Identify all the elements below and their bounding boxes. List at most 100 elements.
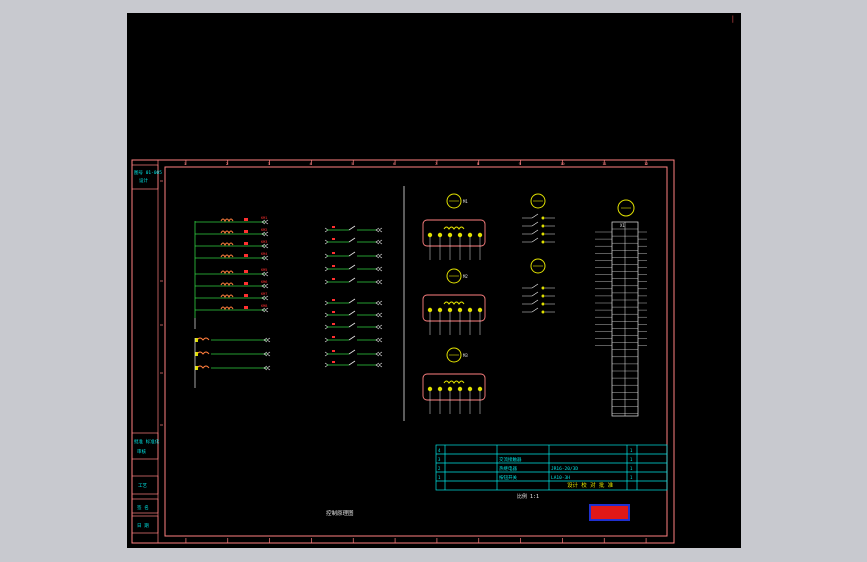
- relay-contact: [531, 307, 539, 313]
- coil-symbol: [220, 294, 234, 299]
- motor-terminal: [447, 232, 453, 238]
- motor-terminal: [477, 386, 483, 392]
- ruler-labels: 1 2 3 4 5 6 7 8 9 10 11 12: [184, 162, 648, 166]
- coil-marker: [244, 306, 248, 309]
- ruler-number: 3: [268, 162, 270, 166]
- motor-terminal: [427, 307, 433, 313]
- coil-symbol: [220, 282, 234, 287]
- contact-switch: [348, 298, 356, 304]
- title-row-part: 按钮开关: [499, 474, 517, 481]
- motor-terminal: [437, 307, 443, 313]
- transformer-core: [195, 366, 198, 370]
- terminal-header: X1: [620, 223, 625, 228]
- ruler-number: 5: [351, 162, 353, 166]
- coil-symbol: [220, 254, 234, 259]
- title-row-no: 4: [438, 448, 441, 453]
- transformer-winding: [196, 351, 210, 355]
- contact-switch: [348, 310, 356, 316]
- relay-contact: [531, 213, 539, 219]
- motor-winding: [443, 380, 465, 384]
- contact-marker: [332, 311, 335, 313]
- motor-terminal: [437, 232, 443, 238]
- contact-circuit: [324, 225, 383, 368]
- table-scale-label: 比例 1:1: [517, 493, 539, 500]
- title-row-part: 交流接触器: [499, 456, 522, 463]
- title-row-qty: 1: [630, 457, 633, 462]
- coil-label: KM2: [261, 228, 267, 232]
- contact-marker: [332, 252, 335, 254]
- motor-label: M3: [463, 353, 468, 358]
- contact-marker: [332, 299, 335, 301]
- title-row-no: 1: [438, 475, 441, 480]
- ruler-number: 12: [644, 162, 648, 166]
- schematic-drawing: 图号 01-005 设计 批准 标准化 审核 工艺 签 名 日 期 123456…: [131, 159, 675, 544]
- title-row-no: 2: [438, 466, 441, 471]
- coil-label: KM5: [261, 268, 267, 272]
- motor-terminal: [427, 386, 433, 392]
- motor-housing: [422, 294, 486, 322]
- contact-marker: [332, 323, 335, 325]
- transformer-core: [195, 338, 198, 342]
- motor-terminal: [457, 307, 463, 313]
- title-row-qty: 1: [630, 466, 633, 471]
- title-row-spec: JR16-20/3D: [551, 466, 578, 472]
- ruler-number: 6: [393, 162, 395, 166]
- relay-contact: [531, 229, 539, 235]
- motor-label: M1: [463, 199, 468, 204]
- contact-marker: [332, 350, 335, 352]
- contact-switch: [348, 322, 356, 328]
- relay-node: [541, 232, 545, 236]
- motor-winding: [443, 226, 465, 230]
- relay-node: [541, 286, 545, 290]
- contact-marker: [332, 278, 335, 280]
- relay-contact: [531, 237, 539, 243]
- contact-switch: [348, 349, 356, 355]
- contact-switch: [348, 264, 356, 270]
- title-row-qty: 1: [630, 475, 633, 480]
- coil-circuit: KM1 KM2 KM3 KM4 KM5 KM6 KM7 KM8: [194, 216, 271, 388]
- ruler-number: 9: [519, 162, 521, 166]
- ruler-number: 2: [226, 162, 228, 166]
- motor-terminal: [427, 232, 433, 238]
- coil-symbol: [220, 270, 234, 275]
- contact-switch: [348, 360, 356, 366]
- ruler-number: 10: [560, 162, 564, 166]
- company-nameplate: [589, 504, 630, 521]
- coil-marker: [244, 230, 248, 233]
- coil-label: KM4: [261, 252, 267, 256]
- motor-terminal: [437, 386, 443, 392]
- motor-terminal: [447, 386, 453, 392]
- transformer-winding: [196, 337, 210, 341]
- title-row-qty: 1: [630, 448, 633, 453]
- coil-marker: [244, 254, 248, 257]
- motor-terminal: [467, 232, 473, 238]
- contact-switch: [348, 277, 356, 283]
- contact-switch: [348, 335, 356, 341]
- motor-label: M2: [463, 274, 468, 279]
- coil-label: KM7: [261, 292, 267, 296]
- coil-marker: [244, 294, 248, 297]
- contact-switch: [348, 251, 356, 257]
- coil-symbol: [220, 218, 234, 223]
- motor-terminal: [477, 307, 483, 313]
- relay-node: [541, 240, 545, 244]
- strip-low-label: 工艺: [138, 483, 147, 489]
- motor-terminal: [447, 307, 453, 313]
- title-row-part: 热继电器: [499, 465, 517, 472]
- contact-marker: [332, 265, 335, 267]
- contact-marker: [332, 226, 335, 228]
- coil-marker: [244, 282, 248, 285]
- drawing-viewport[interactable]: 图号 01-005 设计 批准 标准化 审核 工艺 签 名 日 期 123456…: [127, 13, 741, 548]
- ruler-number: 7: [435, 162, 437, 166]
- contact-switch: [348, 237, 356, 243]
- left-strip: [131, 160, 163, 543]
- contact-marker: [332, 361, 335, 363]
- title-rows: 4 1 3 交流接触器 1 2 热继电器 JR16-20/3D 1 1 按钮开关 LA10-3H 1: [438, 448, 633, 481]
- motor-terminal: [457, 232, 463, 238]
- coil-symbol: [220, 242, 234, 247]
- strip-sign2: 日 期: [137, 523, 149, 529]
- coil-marker: [244, 270, 248, 273]
- relay-groups: [522, 193, 555, 314]
- relay-node: [541, 224, 545, 228]
- ruler-number: 8: [477, 162, 479, 166]
